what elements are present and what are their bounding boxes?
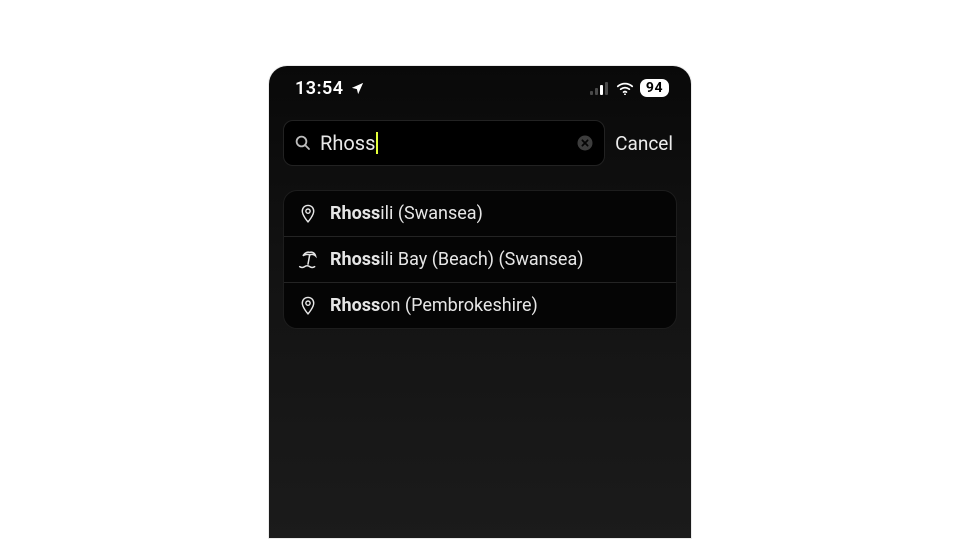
clear-search-button[interactable]	[576, 134, 594, 152]
search-field[interactable]: Rhoss	[283, 120, 605, 166]
phone-screen: 13:54	[269, 66, 691, 538]
beach-icon	[298, 250, 318, 270]
cancel-button[interactable]: Cancel	[615, 132, 677, 155]
battery-badge: 94	[640, 79, 669, 97]
clock: 13:54	[295, 78, 344, 99]
cellular-icon	[590, 82, 610, 95]
map-pin-icon	[298, 296, 318, 316]
search-results: Rhossili (Swansea) Rhossili Bay (Beach) …	[283, 190, 677, 329]
search-result[interactable]: Rhossili (Swansea)	[284, 191, 676, 237]
search-result[interactable]: Rhossili Bay (Beach) (Swansea)	[284, 237, 676, 283]
result-label: Rhossili Bay (Beach) (Swansea)	[330, 249, 584, 270]
search-input[interactable]: Rhoss	[320, 131, 568, 155]
search-icon	[294, 134, 312, 152]
wifi-icon	[616, 82, 634, 95]
search-result[interactable]: Rhosson (Pembrokeshire)	[284, 283, 676, 328]
location-arrow-icon	[350, 81, 365, 96]
result-label: Rhosson (Pembrokeshire)	[330, 295, 538, 316]
status-bar: 13:54	[269, 66, 691, 104]
result-label: Rhossili (Swansea)	[330, 203, 483, 224]
text-caret	[376, 132, 378, 154]
search-query-text: Rhoss	[320, 131, 375, 155]
status-bar-right: 94	[590, 79, 669, 97]
status-bar-left: 13:54	[295, 78, 365, 99]
map-pin-icon	[298, 204, 318, 224]
search-row: Rhoss Cancel	[269, 104, 691, 180]
